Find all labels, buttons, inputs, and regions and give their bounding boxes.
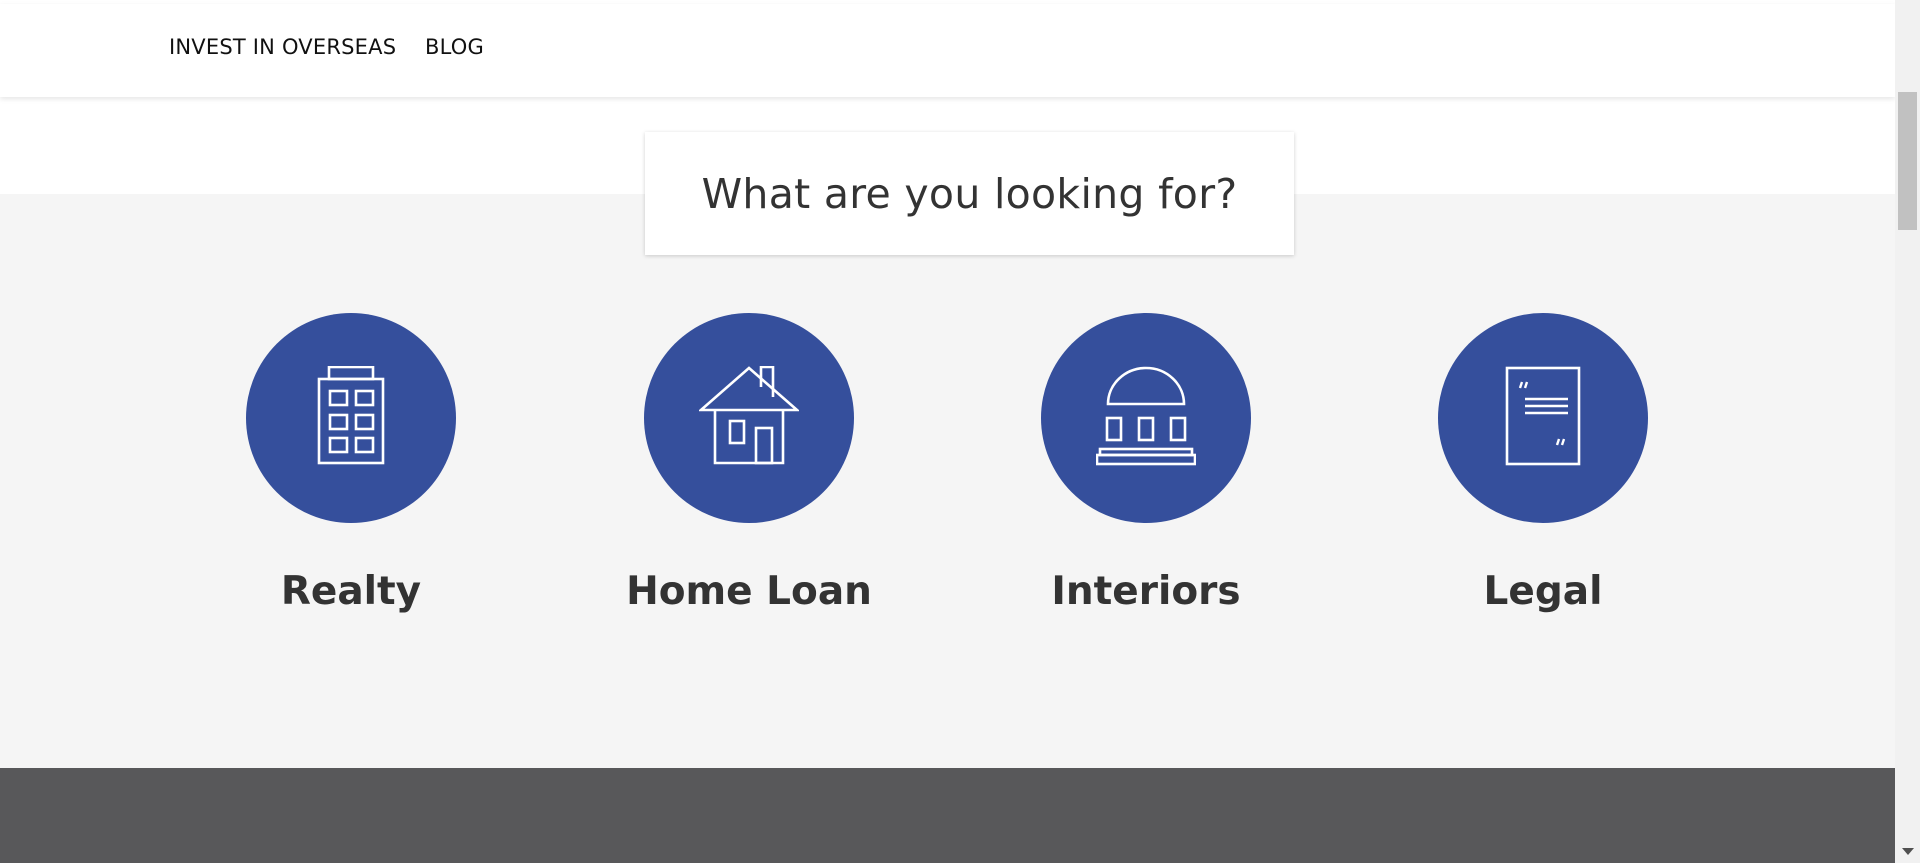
top-navbar: INVEST IN OVERSEAS BLOG xyxy=(0,4,1895,97)
dome-building-icon xyxy=(1095,366,1197,471)
service-label-interiors: Interiors xyxy=(1051,569,1241,614)
house-icon xyxy=(697,365,801,471)
section-heading: What are you looking for? xyxy=(701,169,1238,218)
heading-card: What are you looking for? xyxy=(645,132,1294,255)
service-label-legal: Legal xyxy=(1483,569,1603,614)
service-realty[interactable]: Realty xyxy=(201,313,501,614)
footer-band xyxy=(0,768,1895,863)
main-content: INVEST IN OVERSEAS BLOG What are you loo… xyxy=(0,0,1895,863)
service-label-realty: Realty xyxy=(280,569,422,614)
document-quote-icon xyxy=(1493,366,1593,471)
service-legal[interactable]: Legal xyxy=(1393,313,1693,614)
building-icon xyxy=(301,365,401,471)
service-label-home-loan: Home Loan xyxy=(626,569,872,614)
service-icon-circle xyxy=(1438,313,1648,523)
scrollbar-thumb[interactable] xyxy=(1898,92,1917,230)
page: INVEST IN OVERSEAS BLOG What are you loo… xyxy=(0,0,1920,863)
vertical-scrollbar[interactable] xyxy=(1895,0,1920,863)
nav-invest-in-overseas[interactable]: INVEST IN OVERSEAS xyxy=(169,35,396,59)
service-icon-circle xyxy=(1041,313,1251,523)
service-icon-circle xyxy=(246,313,456,523)
scroll-down-arrow-icon[interactable] xyxy=(1902,848,1914,855)
service-interiors[interactable]: Interiors xyxy=(996,313,1296,614)
nav-blog[interactable]: BLOG xyxy=(425,35,484,59)
service-home-loan[interactable]: Home Loan xyxy=(599,313,899,614)
service-icon-circle xyxy=(644,313,854,523)
